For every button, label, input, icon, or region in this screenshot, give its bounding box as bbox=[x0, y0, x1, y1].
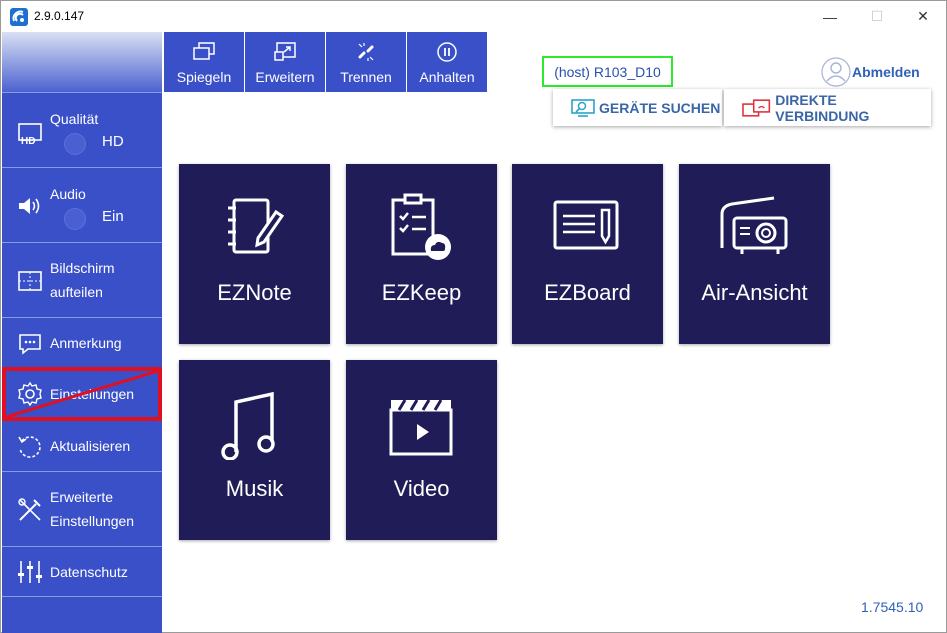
clapperboard-icon bbox=[381, 388, 461, 460]
comment-icon bbox=[16, 330, 44, 358]
gear-icon bbox=[16, 380, 44, 408]
audio-value: Ein bbox=[102, 208, 124, 225]
minimize-button[interactable]: — bbox=[807, 1, 853, 32]
advanced-settings-label-1: Erweiterte bbox=[50, 485, 113, 509]
disconnect-icon bbox=[353, 40, 379, 64]
tile-eznote-label: EZNote bbox=[179, 280, 330, 306]
disconnect-button[interactable]: Trennen bbox=[326, 32, 406, 92]
tile-ezkeep[interactable]: EZKeep bbox=[346, 164, 497, 344]
direct-connection-button[interactable]: DIREKTE VERBINDUNG bbox=[724, 89, 931, 126]
sidebar-header bbox=[2, 32, 162, 92]
split-screen-label-2: aufteilen bbox=[50, 280, 103, 304]
close-button[interactable]: ✕ bbox=[900, 1, 946, 32]
whiteboard-icon bbox=[547, 192, 627, 264]
tile-musik-label: Musik bbox=[179, 476, 330, 502]
app-window: 2.9.0.147 — ☐ ✕ HD Qualität HD Audio Ein bbox=[0, 0, 947, 633]
screen-search-icon bbox=[571, 99, 595, 117]
direct-connection-label: DIREKTE VERBINDUNG bbox=[775, 92, 931, 124]
mirror-label: Spiegeln bbox=[164, 69, 244, 85]
settings-label: Einstellungen bbox=[50, 382, 134, 406]
version-label: 1.7545.10 bbox=[861, 599, 923, 615]
update-label: Aktualisieren bbox=[50, 434, 130, 458]
music-icon bbox=[214, 388, 294, 460]
annotation-label: Anmerkung bbox=[50, 331, 122, 355]
logout-button[interactable]: Abmelden bbox=[820, 56, 920, 88]
mirror-icon bbox=[191, 40, 217, 64]
user-avatar-icon bbox=[820, 56, 852, 88]
speaker-icon bbox=[16, 192, 44, 220]
sidebar-item-settings[interactable]: Einstellungen bbox=[2, 367, 162, 419]
search-devices-label: GERÄTE SUCHEN bbox=[599, 100, 720, 116]
disconnect-label: Trennen bbox=[326, 69, 406, 85]
tile-video[interactable]: Video bbox=[346, 360, 497, 540]
window-title: 2.9.0.147 bbox=[34, 9, 84, 23]
extend-button[interactable]: Erweitern bbox=[245, 32, 325, 92]
sidebar-item-advanced-settings[interactable]: Erweiterte Einstellungen bbox=[2, 471, 162, 545]
sidebar-item-update[interactable]: Aktualisieren bbox=[2, 419, 162, 471]
app-logo-icon bbox=[10, 8, 28, 26]
tools-icon bbox=[16, 496, 44, 524]
host-name: (host) R103_D10 bbox=[542, 56, 673, 87]
hd-icon: HD bbox=[16, 119, 44, 147]
tile-ezboard-label: EZBoard bbox=[512, 280, 663, 306]
sidebar-item-audio[interactable]: Audio Ein bbox=[2, 167, 162, 241]
split-screen-icon bbox=[16, 267, 44, 295]
projector-icon bbox=[714, 192, 794, 264]
tile-ezkeep-label: EZKeep bbox=[346, 280, 497, 306]
top-toolbar: Spiegeln Erweitern Trennen bbox=[164, 32, 488, 92]
extend-label: Erweitern bbox=[245, 69, 325, 85]
sidebar-item-annotation[interactable]: Anmerkung bbox=[2, 317, 162, 367]
mirror-button[interactable]: Spiegeln bbox=[164, 32, 244, 92]
search-devices-button[interactable]: GERÄTE SUCHEN bbox=[553, 89, 722, 126]
pause-icon bbox=[434, 40, 460, 64]
sliders-icon bbox=[16, 558, 44, 586]
audio-label: Audio bbox=[50, 182, 86, 206]
svg-text:HD: HD bbox=[21, 136, 35, 147]
tile-video-label: Video bbox=[346, 476, 497, 502]
notebook-pen-icon bbox=[214, 192, 294, 264]
sidebar-item-privacy[interactable]: Datenschutz bbox=[2, 546, 162, 596]
logout-label: Abmelden bbox=[852, 64, 920, 80]
sidebar-item-quality[interactable]: HD Qualität HD bbox=[2, 92, 162, 166]
maximize-button[interactable]: ☐ bbox=[854, 1, 900, 32]
refresh-icon bbox=[16, 432, 44, 460]
pause-button[interactable]: Anhalten bbox=[407, 32, 487, 92]
quality-toggle[interactable] bbox=[64, 133, 86, 155]
advanced-settings-label-2: Einstellungen bbox=[50, 509, 134, 533]
tile-air-ansicht-label: Air-Ansicht bbox=[679, 280, 830, 306]
direct-connect-icon bbox=[742, 99, 771, 117]
tile-musik[interactable]: Musik bbox=[179, 360, 330, 540]
tile-air-ansicht[interactable]: Air-Ansicht bbox=[679, 164, 830, 344]
title-bar: 2.9.0.147 — ☐ ✕ bbox=[1, 1, 946, 32]
sidebar: HD Qualität HD Audio Ein Bildschirm auf bbox=[2, 32, 162, 633]
split-screen-label-1: Bildschirm bbox=[50, 256, 115, 280]
quality-label: Qualität bbox=[50, 107, 98, 131]
privacy-label: Datenschutz bbox=[50, 560, 128, 584]
audio-toggle[interactable] bbox=[64, 208, 86, 230]
clipboard-cloud-icon bbox=[381, 192, 461, 264]
quality-value: HD bbox=[102, 133, 124, 150]
sidebar-footer bbox=[2, 596, 162, 633]
tile-eznote[interactable]: EZNote bbox=[179, 164, 330, 344]
sidebar-item-split-screen[interactable]: Bildschirm aufteilen bbox=[2, 242, 162, 316]
tile-ezboard[interactable]: EZBoard bbox=[512, 164, 663, 344]
pause-label: Anhalten bbox=[407, 69, 487, 85]
extend-icon bbox=[272, 40, 298, 64]
